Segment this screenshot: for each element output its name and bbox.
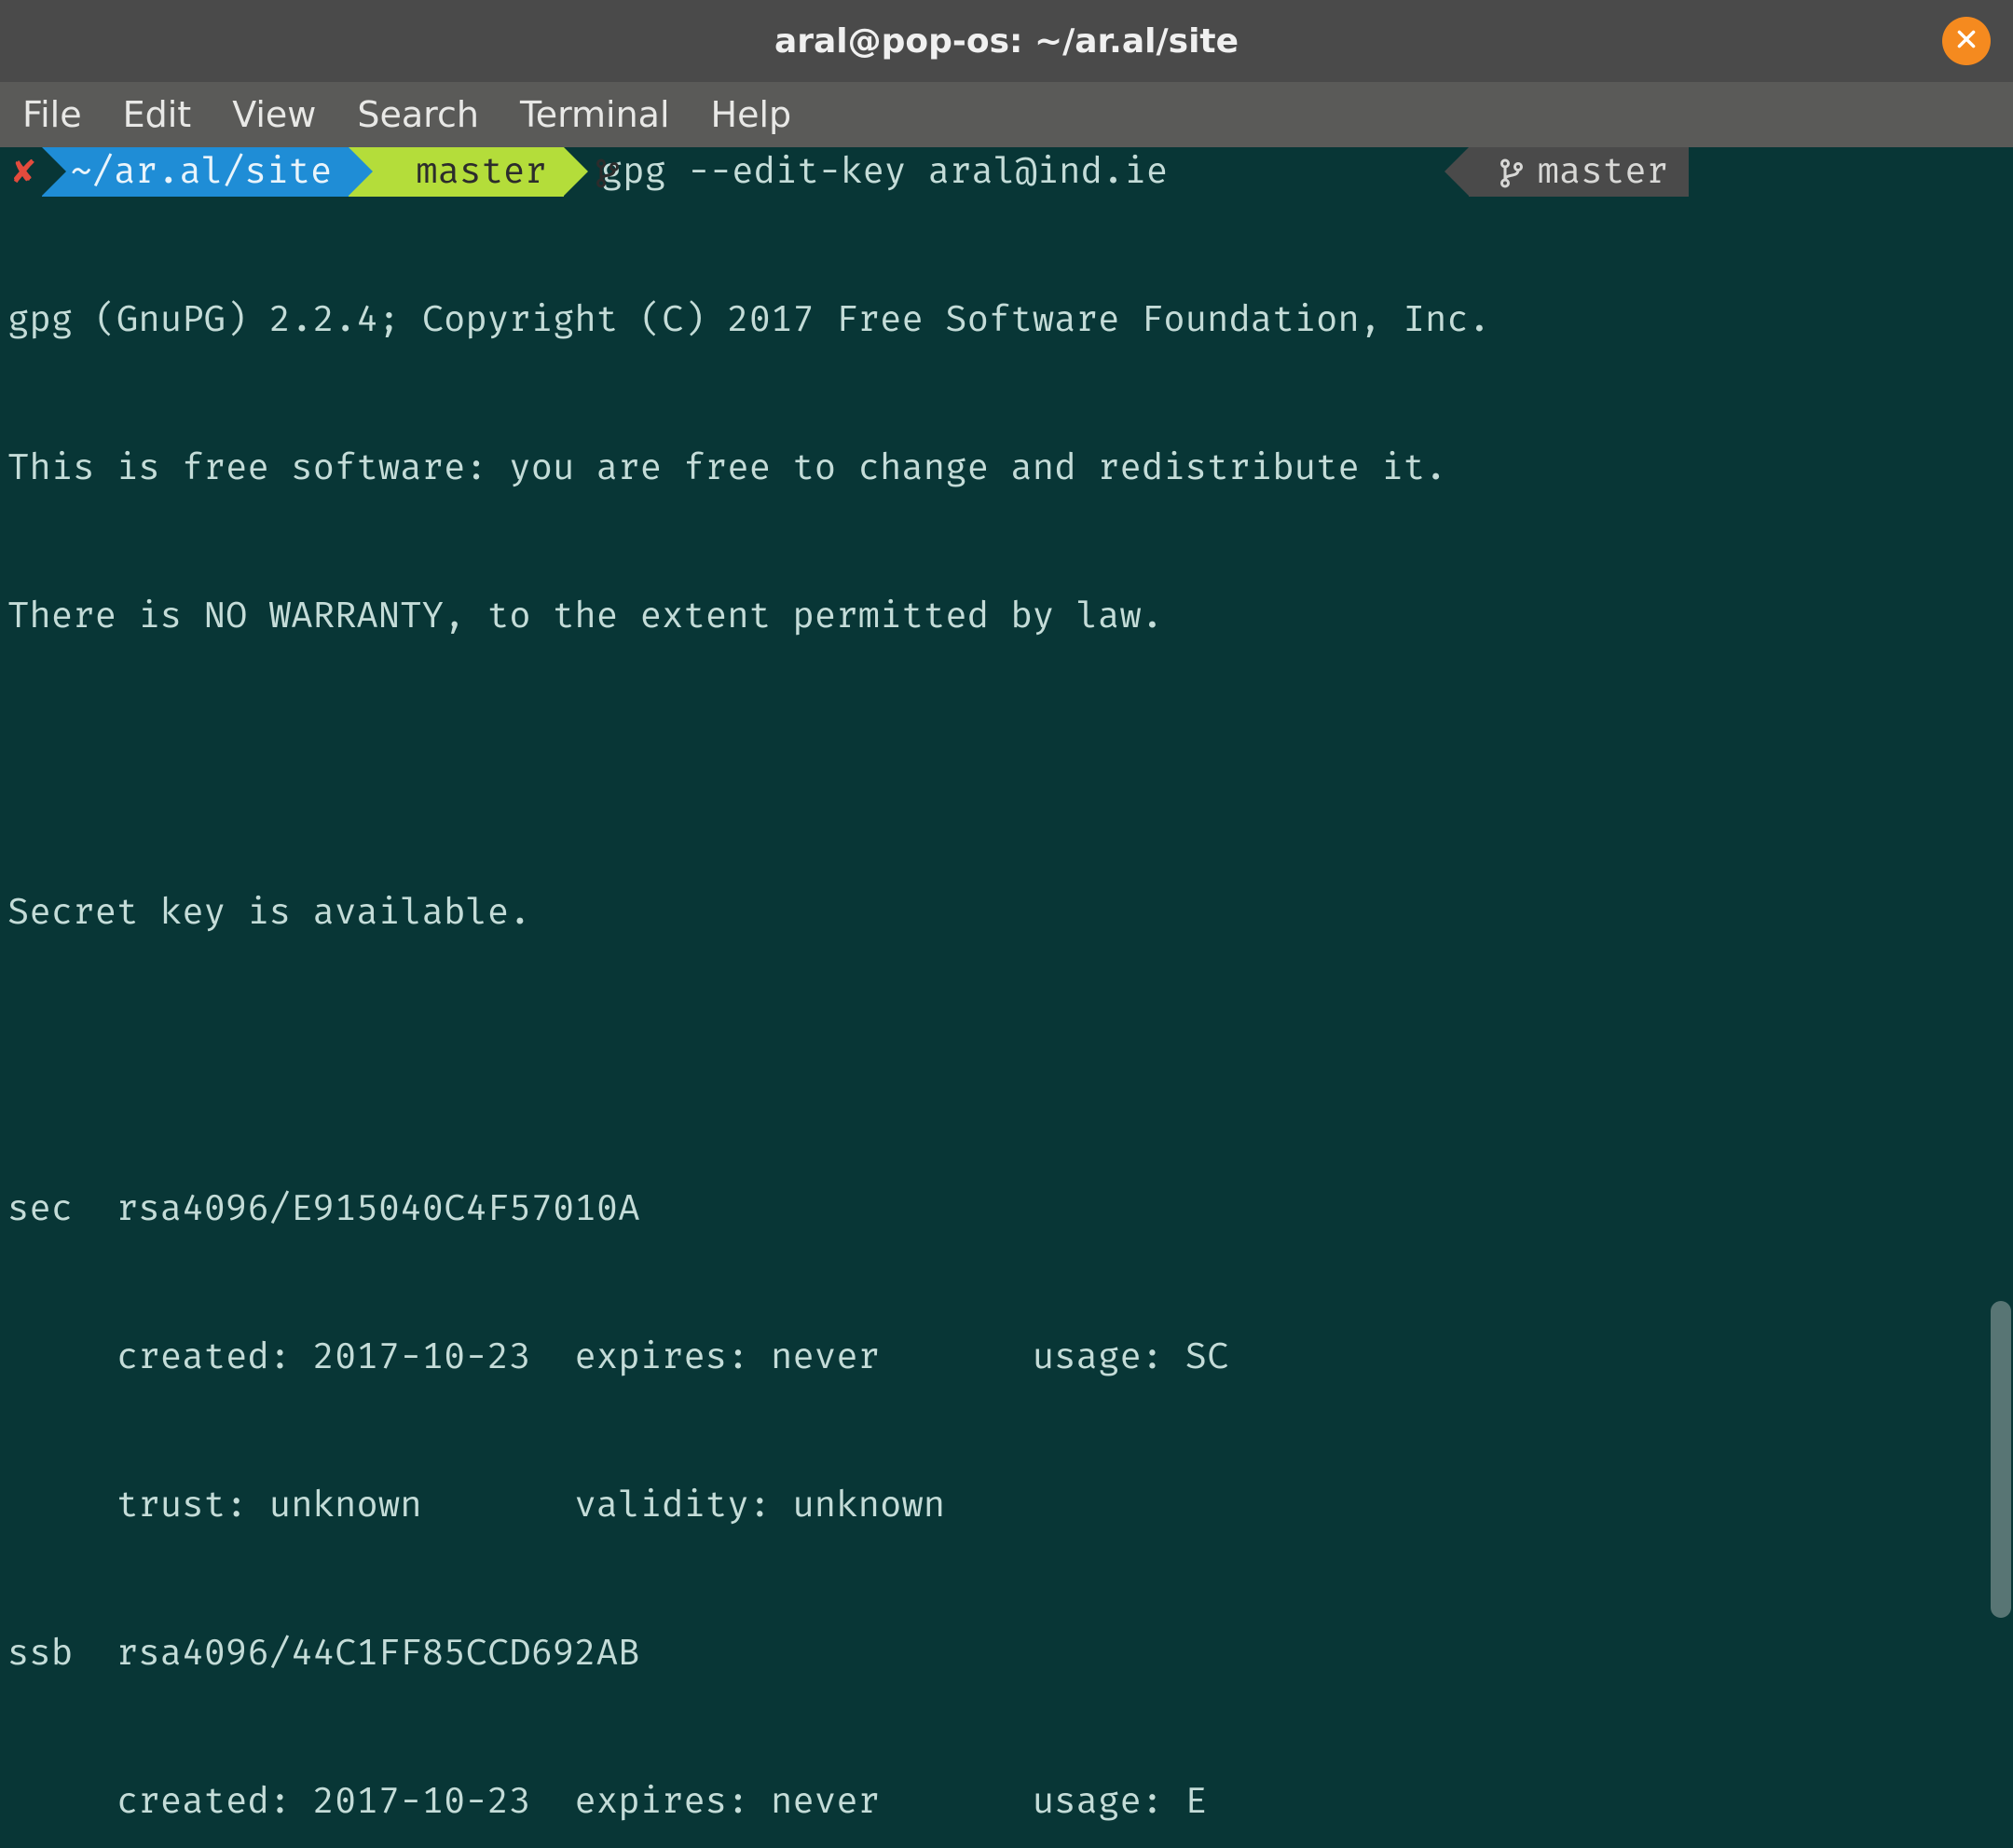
menu-edit[interactable]: Edit [123,94,192,135]
terminal-viewport[interactable]: ✘ ~/ar.al/site master gpg --edit-key ara… [0,147,2013,1848]
output-line: There is NO WARRANTY, to the extent perm… [7,592,2013,641]
output-line: sec rsa4096/E915040C4F57010A [7,1184,2013,1234]
right-branch-segment: master [1469,147,1689,197]
prompt-path-text: ~/ar.al/site [70,147,332,197]
titlebar: aral@pop-os: ~/ar.al/site [0,0,2013,82]
output-line [7,740,2013,789]
menu-search[interactable]: Search [357,94,479,135]
terminal-output: gpg (GnuPG) 2.2.4; Copyright (C) 2017 Fr… [0,197,2013,1848]
terminal-window: aral@pop-os: ~/ar.al/site File Edit View… [0,0,2013,1848]
menubar: File Edit View Search Terminal Help [0,82,2013,147]
git-branch-icon [1499,147,1525,197]
output-line: Secret key is available. [7,888,2013,938]
output-line: This is free software: you are free to c… [7,444,2013,493]
prompt-command: gpg --edit-key aral@ind.ie [564,147,1168,197]
output-line: created: 2017-10-23 expires: never usage… [7,1777,2013,1827]
output-line: created: 2017-10-23 expires: never usage… [7,1333,2013,1382]
right-prompt: master [1469,147,1689,197]
output-line: gpg (GnuPG) 2.2.4; Copyright (C) 2017 Fr… [7,295,2013,345]
output-line: trust: unknown validity: unknown [7,1481,2013,1530]
prompt-status-segment: ✘ [0,147,42,197]
window-title: aral@pop-os: ~/ar.al/site [774,22,1239,61]
menu-file[interactable]: File [22,94,82,135]
x-icon: ✘ [13,147,34,197]
prompt-path-segment: ~/ar.al/site [42,147,349,197]
prompt-branch-text: master [416,147,546,197]
menu-terminal[interactable]: Terminal [520,94,670,135]
prompt-line: ✘ ~/ar.al/site master gpg --edit-key ara… [0,147,2013,197]
right-branch-text: master [1538,147,1668,197]
scrollbar-thumb[interactable] [1991,1301,2011,1618]
menu-view[interactable]: View [232,94,316,135]
git-branch-icon [377,147,403,246]
menu-help[interactable]: Help [711,94,792,135]
scrollbar[interactable] [1991,147,2011,1848]
close-icon [1954,27,1979,55]
close-button[interactable] [1942,17,1991,65]
prompt-branch-segment: master [349,147,563,197]
output-line [7,1036,2013,1086]
output-line: ssb rsa4096/44C1FF85CCD692AB [7,1629,2013,1678]
